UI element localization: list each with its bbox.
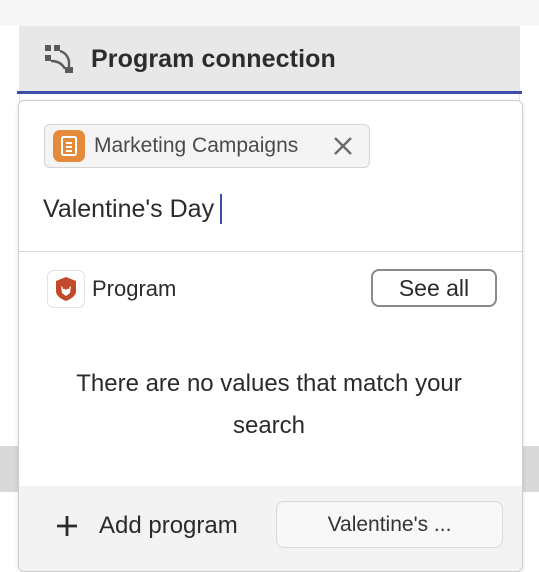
lion-icon <box>47 270 85 308</box>
hierarchy-icon <box>45 45 73 73</box>
background-left-column <box>0 26 20 446</box>
focus-indicator <box>17 91 522 94</box>
close-icon[interactable] <box>331 134 355 158</box>
see-all-button[interactable]: See all <box>371 269 497 307</box>
search-popover: Marketing Campaigns Valentine's Day Prog… <box>18 100 523 572</box>
tag-label: Marketing Campaigns <box>94 134 299 157</box>
document-icon <box>53 130 85 162</box>
background-top-strip <box>0 0 539 27</box>
divider <box>19 251 522 252</box>
create-suggestion-button[interactable]: Valentine's ... <box>276 501 503 548</box>
category-row-program: Program See all <box>47 269 499 309</box>
add-program-button[interactable]: Add program <box>55 508 238 544</box>
category-label: Program <box>92 276 177 301</box>
add-program-label: Add program <box>99 512 238 539</box>
search-input-value: Valentine's Day <box>43 194 215 223</box>
empty-state-message: There are no values that match your sear… <box>76 370 462 439</box>
text-caret <box>220 194 223 224</box>
field-header[interactable]: Program connection <box>19 26 519 92</box>
selected-object-tag: Marketing Campaigns <box>44 124 370 168</box>
popover-footer: Add program Valentine's ... <box>19 486 522 571</box>
plus-icon <box>57 516 77 536</box>
field-title: Program connection <box>91 44 336 73</box>
search-input[interactable]: Valentine's Day <box>43 191 223 227</box>
